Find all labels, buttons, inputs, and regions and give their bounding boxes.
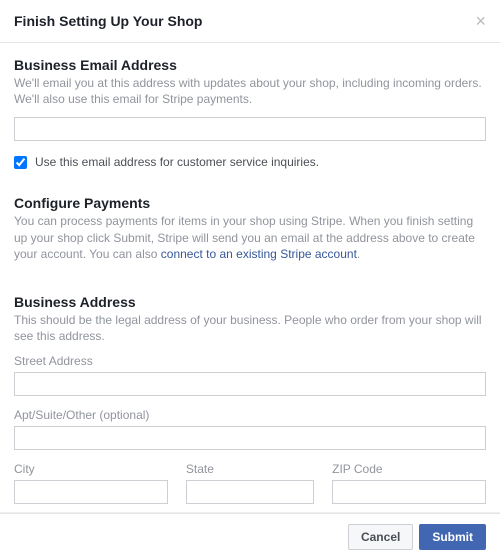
city-input[interactable] [14, 480, 168, 504]
zip-label: ZIP Code [332, 462, 486, 476]
payments-desc: You can process payments for items in yo… [14, 213, 486, 262]
email-heading: Business Email Address [14, 57, 486, 73]
close-icon[interactable]: × [475, 12, 486, 30]
zip-field-group: ZIP Code [332, 462, 486, 504]
apt-label: Apt/Suite/Other (optional) [14, 408, 486, 422]
address-desc: This should be the legal address of your… [14, 312, 486, 344]
email-desc: We'll email you at this address with upd… [14, 75, 486, 107]
modal-header: Finish Setting Up Your Shop × [0, 0, 500, 43]
customer-service-checkbox[interactable] [14, 156, 27, 169]
zip-input[interactable] [332, 480, 486, 504]
state-label: State [186, 462, 314, 476]
business-email-section: Business Email Address We'll email you a… [0, 43, 500, 181]
state-input[interactable] [186, 480, 314, 504]
city-state-zip-row: City State ZIP Code [14, 462, 486, 504]
modal-title: Finish Setting Up Your Shop [14, 13, 202, 29]
modal-footer: Cancel Submit [0, 513, 500, 560]
city-field-group: City [14, 462, 168, 504]
customer-service-label: Use this email address for customer serv… [35, 155, 319, 169]
street-label: Street Address [14, 354, 486, 368]
state-field-group: State [186, 462, 314, 504]
business-address-section: Business Address This should be the lega… [0, 280, 500, 512]
city-label: City [14, 462, 168, 476]
street-field-group: Street Address [14, 354, 486, 396]
address-heading: Business Address [14, 294, 486, 310]
configure-payments-section: Configure Payments You can process payme… [0, 181, 500, 280]
apt-field-group: Apt/Suite/Other (optional) [14, 408, 486, 450]
payments-desc-suffix: . [357, 247, 360, 261]
apt-suite-input[interactable] [14, 426, 486, 450]
cancel-button[interactable]: Cancel [348, 524, 413, 550]
street-address-input[interactable] [14, 372, 486, 396]
connect-stripe-link[interactable]: connect to an existing Stripe account [161, 247, 357, 261]
customer-service-check-row: Use this email address for customer serv… [14, 155, 486, 169]
business-email-input[interactable] [14, 117, 486, 141]
payments-heading: Configure Payments [14, 195, 486, 211]
submit-button[interactable]: Submit [419, 524, 486, 550]
